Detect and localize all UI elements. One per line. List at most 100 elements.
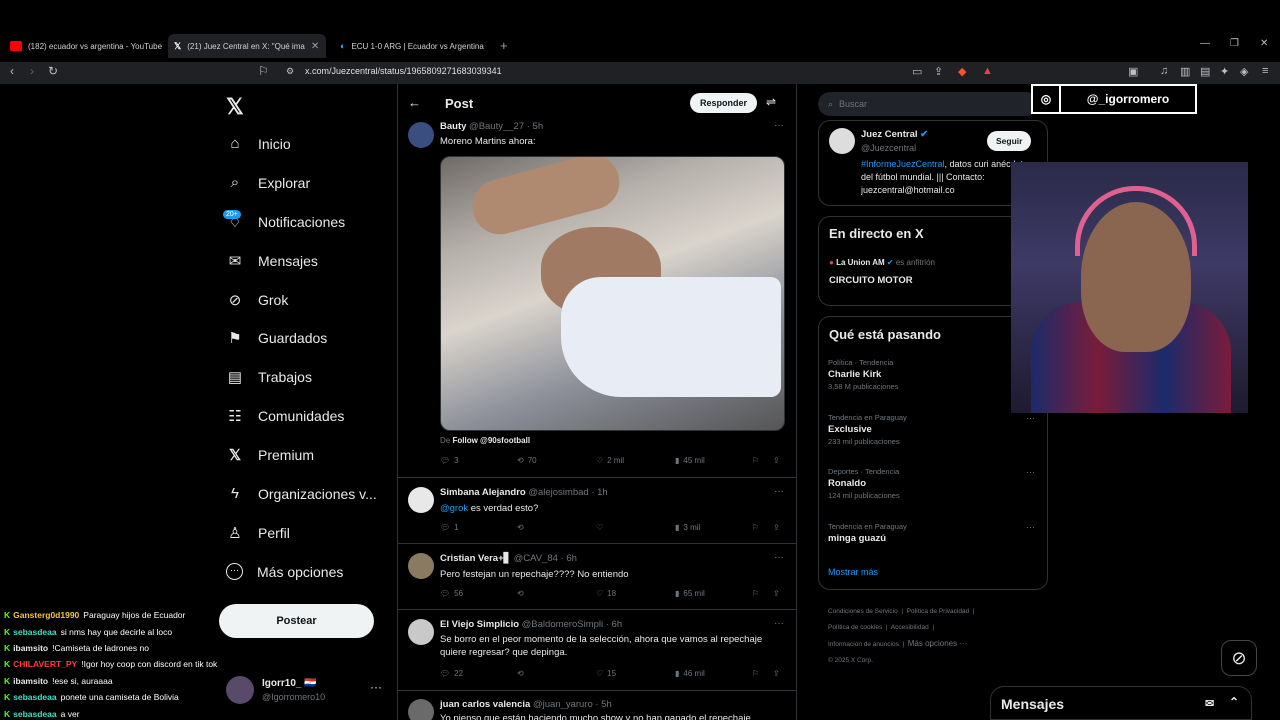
url-field[interactable]: x.com/Juezcentral/status/196580927168303… <box>305 66 502 76</box>
repost-action[interactable]: ⟲ <box>517 589 524 598</box>
repost-action[interactable]: ⟲ <box>517 523 524 532</box>
maximize-icon[interactable]: ❐ <box>1230 38 1239 49</box>
author-name[interactable]: juan carlos valencia <box>440 699 530 710</box>
brave-shield-icon[interactable]: ◆ <box>958 65 966 78</box>
author-name[interactable]: El Viejo Simplicio <box>440 619 519 630</box>
more-icon[interactable]: ··· <box>370 680 382 694</box>
source-link[interactable]: Follow @90sfootball <box>452 436 530 445</box>
nav-jobs[interactable]: ▤ Trabajos <box>226 368 312 386</box>
share-action[interactable]: ⇪ <box>773 669 780 678</box>
nav-premium[interactable]: 𝕏 Premium <box>226 446 314 464</box>
follow-button[interactable]: Seguir <box>987 131 1032 151</box>
share-action[interactable]: ⇪ <box>773 523 780 532</box>
new-tab-button[interactable]: + <box>500 38 508 53</box>
hashtag-link[interactable]: #InformeJuezCentral <box>861 159 945 169</box>
filter-icon[interactable]: ⇌ <box>766 95 776 109</box>
post-button[interactable]: Postear <box>219 604 374 638</box>
nav-explore[interactable]: ⌕ Explorar <box>226 174 310 191</box>
live-host[interactable]: ● La Union AM ✔ es anfitrión <box>829 258 935 267</box>
tab-match[interactable]: ◐ ECU 1-0 ARG | Ecuador vs Argentina <box>340 36 490 56</box>
trend-item[interactable]: Deportes · Tendencia Ronaldo 124 mil publi… <box>828 467 900 500</box>
grok-float-button[interactable]: ⊘ <box>1221 640 1257 676</box>
tweet-media-video[interactable] <box>440 156 785 431</box>
ai-icon[interactable]: ✦ <box>1220 65 1229 78</box>
trend-item[interactable]: Tendencia en Paraguay Exclusive 233 mil pu… <box>828 413 907 446</box>
bookmark-action[interactable]: ⚐ <box>752 523 759 532</box>
views-action[interactable]: ▮ 3 mil <box>675 523 700 532</box>
nav-more[interactable]: ⋯ Más opciones <box>226 563 343 580</box>
account-switcher[interactable]: Igorr10_ 🇵🇾 @Igorromero10 ··· <box>226 676 386 712</box>
reply-action[interactable]: 💬︎ 22 <box>440 669 463 678</box>
screenshot-icon[interactable]: ▣ <box>1128 65 1138 78</box>
more-icon[interactable]: ··· <box>774 618 784 629</box>
nav-messages[interactable]: ✉ Mensajes <box>226 252 318 270</box>
footer-link[interactable]: Política de cookies <box>828 624 882 631</box>
share-action[interactable]: ⇪ <box>773 589 780 598</box>
reply-button[interactable]: Responder <box>690 93 758 113</box>
search-input[interactable]: ⌕ Buscar <box>818 92 1038 116</box>
bookmark-action[interactable]: ⚐ <box>752 669 759 678</box>
like-action[interactable]: ♡ 15 <box>596 669 616 678</box>
reply-tweet[interactable]: juan carlos valencia @juan_yaruro · 5h Y… <box>398 692 796 720</box>
more-icon[interactable]: ··· <box>774 552 784 563</box>
close-window-icon[interactable]: ✕ <box>1260 38 1268 49</box>
x-logo-icon[interactable]: 𝕏 <box>226 94 244 120</box>
more-icon[interactable]: ··· <box>1026 467 1035 477</box>
footer-link[interactable]: Política de Privacidad <box>907 608 970 615</box>
like-action[interactable]: ♡ 2 mil <box>596 456 624 465</box>
bookmark-action[interactable]: ⚐ <box>752 456 759 465</box>
reload-icon[interactable]: ↻ <box>48 64 58 78</box>
reply-action[interactable]: 💬︎ 56 <box>440 589 463 598</box>
tab-x-post[interactable]: 𝕏 (21) Juez Central en X: "Qué ima ✕ <box>168 34 326 58</box>
trend-item[interactable]: Política · Tendencia Charlie Kirk 3,58 M p… <box>828 358 898 391</box>
nav-grok[interactable]: ⊘ Grok <box>226 291 289 309</box>
views-action[interactable]: ▮ 46 mil <box>675 669 705 678</box>
author-name[interactable]: Simbana Alejandro <box>440 487 526 498</box>
back-icon[interactable]: ‹ <box>10 64 14 78</box>
repost-action[interactable]: ⟲ 70 <box>517 456 537 465</box>
views-action[interactable]: ▮ 65 mil <box>675 589 705 598</box>
author-name[interactable]: Bauty <box>440 121 466 132</box>
nav-home[interactable]: ⌂ Inicio <box>226 135 290 152</box>
nav-organizations[interactable]: ϟ Organizaciones v... <box>226 485 377 502</box>
share-action[interactable]: ⇪ <box>773 456 780 465</box>
repost-action[interactable]: ⟲ <box>517 669 524 678</box>
reply-action[interactable]: 💬︎ 1 <box>440 523 459 532</box>
more-icon[interactable]: ··· <box>774 120 784 131</box>
nav-profile[interactable]: ♙ Perfil <box>226 524 290 542</box>
more-icon[interactable]: ··· <box>1026 522 1035 532</box>
like-action[interactable]: ♡ <box>596 523 603 532</box>
reply-tweet[interactable]: Simbana Alejandro @alejosimbad · 1h ··· … <box>398 479 796 544</box>
nav-communities[interactable]: ☷ Comunidades <box>226 407 344 425</box>
share-icon[interactable]: ⇪ <box>934 65 943 78</box>
brave-rewards-icon[interactable]: ▲ <box>982 65 993 77</box>
bookmark-action[interactable]: ⚐ <box>752 589 759 598</box>
more-icon[interactable]: ··· <box>1026 413 1035 423</box>
new-message-icon[interactable]: ✉ <box>1205 697 1214 710</box>
music-icon[interactable]: ♫ <box>1160 65 1168 77</box>
chevron-up-icon[interactable]: ⌃ <box>1229 695 1239 709</box>
views-action[interactable]: ▮ 45 mil <box>675 456 705 465</box>
cast-icon[interactable]: ▭ <box>912 65 922 78</box>
more-icon[interactable]: ··· <box>774 486 784 497</box>
vpn-icon[interactable]: ◈ <box>1240 65 1248 78</box>
nav-bookmarks[interactable]: ⚑ Guardados <box>226 329 327 347</box>
close-tab-icon[interactable]: ✕ <box>311 41 319 52</box>
reply-action[interactable]: 💬︎ 3 <box>440 456 459 465</box>
wallet-icon[interactable]: ▤ <box>1200 65 1210 78</box>
tab-youtube[interactable]: (182) ecuador vs argentina - YouTube <box>10 36 165 56</box>
footer-link[interactable]: Más opciones ··· <box>908 639 968 648</box>
reply-tweet[interactable]: Cristian Vera+▋ @CAV_84 · 6h ··· Pero fe… <box>398 545 796 610</box>
bookmark-icon[interactable]: ⚐ <box>258 64 269 78</box>
messages-drawer[interactable]: Mensajes ✉ ⌃ <box>990 686 1252 720</box>
menu-icon[interactable]: ≡ <box>1262 65 1268 77</box>
live-show[interactable]: CIRCUITO MOTOR <box>829 275 913 286</box>
back-arrow-icon[interactable]: ← <box>408 95 421 110</box>
reply-tweet[interactable]: El Viejo Simplicio @BaldomeroSimpli · 6h… <box>398 611 796 691</box>
forward-icon[interactable]: › <box>30 64 34 78</box>
minimize-icon[interactable]: — <box>1200 38 1210 49</box>
footer-link[interactable]: Información de anuncios <box>828 641 899 648</box>
mention-link[interactable]: @grok <box>440 503 468 514</box>
like-action[interactable]: ♡ 18 <box>596 589 616 598</box>
author-name[interactable]: Cristian Vera+▋ <box>440 553 511 564</box>
